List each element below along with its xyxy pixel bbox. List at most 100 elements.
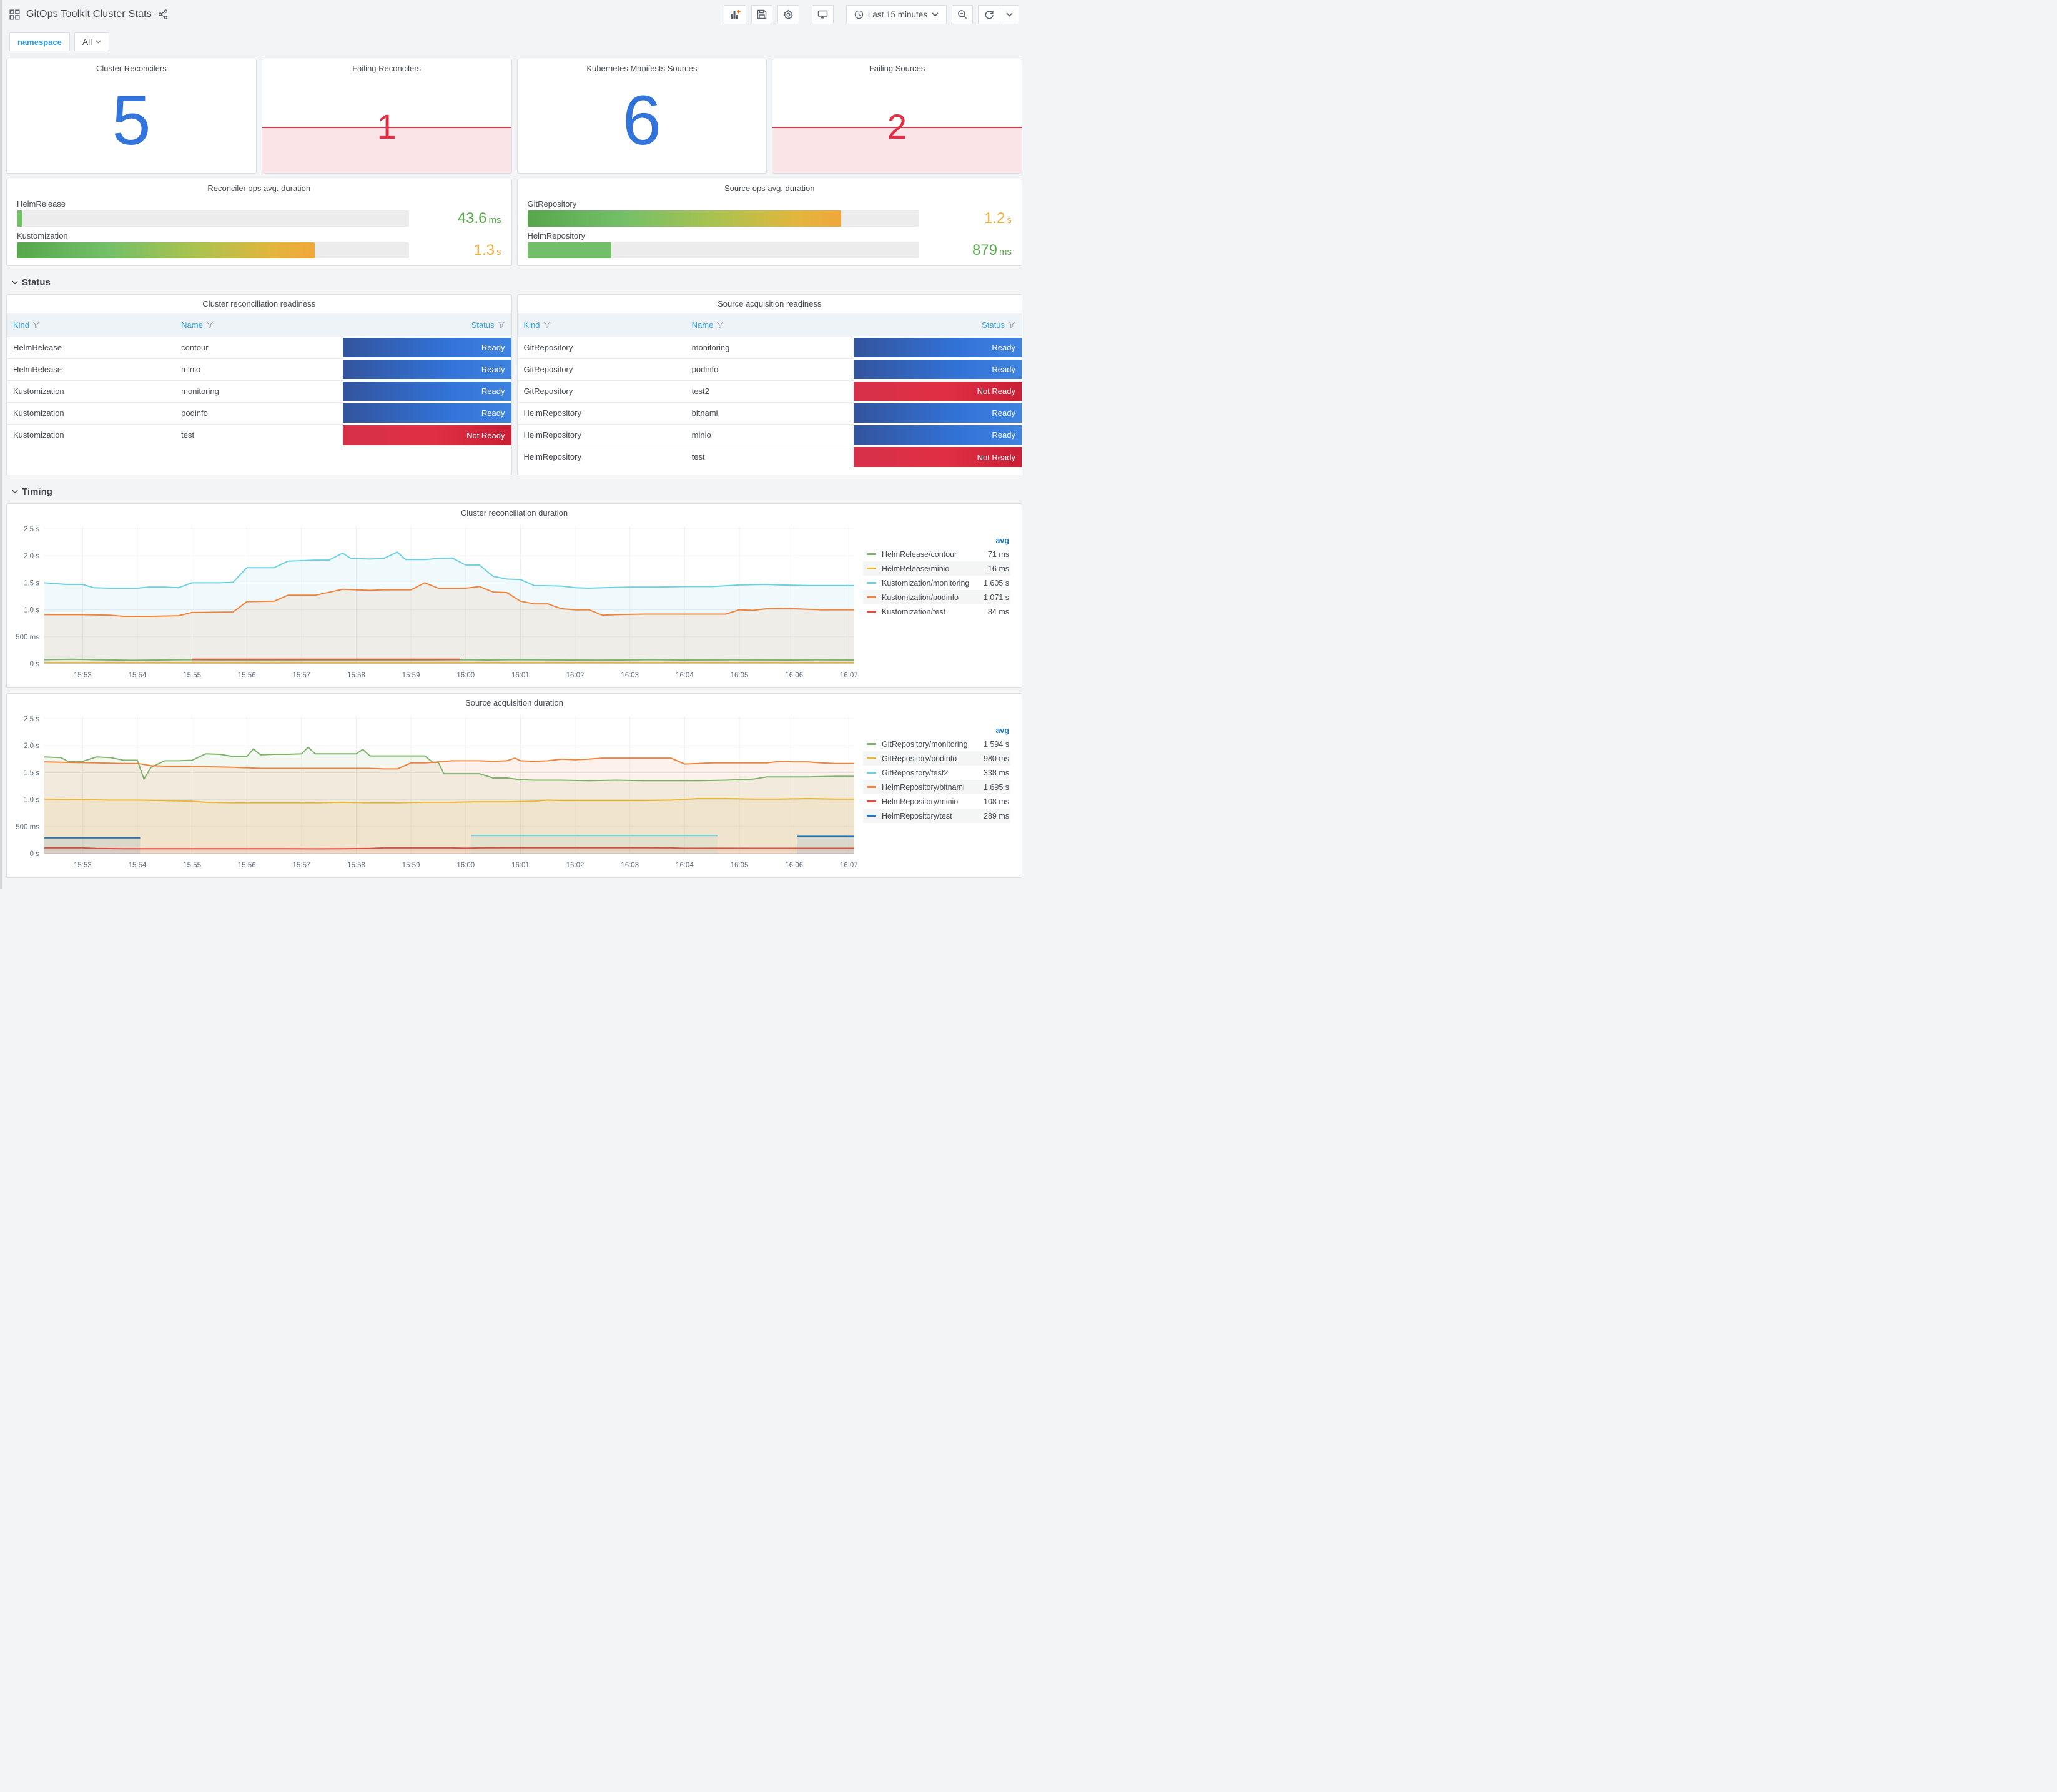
readiness-table: Kind Name Status HelmRelease contour Ready Hel…	[7, 313, 511, 446]
legend-series-avg: 980 ms	[984, 754, 1009, 763]
stats-row: Cluster Reconcilers 5 Failing Reconcilers 1…	[4, 59, 1024, 174]
status-badge: Ready	[343, 403, 511, 423]
legend-item[interactable]: HelmRepository/minio 108 ms	[863, 794, 1010, 809]
legend-series-name: HelmRepository/test	[882, 811, 952, 820]
namespace-selected-value: All	[82, 37, 92, 47]
table-row: HelmRepository minio Ready	[517, 423, 1022, 446]
legend-item[interactable]: GitRepository/podinfo 980 ms	[863, 751, 1010, 766]
legend-item[interactable]: HelmRepository/bitnami 1.695 s	[863, 780, 1010, 794]
svg-text:15:55: 15:55	[183, 862, 201, 869]
stat-panel: Failing Sources 2	[772, 59, 1022, 174]
status-badge: Ready	[343, 360, 511, 379]
chevron-down-icon	[96, 40, 102, 44]
svg-text:15:53: 15:53	[74, 672, 92, 679]
cell-kind: Kustomization	[7, 380, 175, 402]
tables-row: Cluster reconciliation readiness Kind Name…	[4, 294, 1024, 475]
refresh-interval-dropdown[interactable]	[1000, 5, 1019, 24]
legend-item[interactable]: Kustomization/test 84 ms	[863, 604, 1010, 619]
legend-item[interactable]: HelmRelease/minio 16 ms	[863, 561, 1010, 576]
legend-item[interactable]: HelmRepository/test 289 ms	[863, 809, 1010, 823]
gauge-value-number: 1.2	[984, 210, 1005, 227]
gauge-bar-row: Kustomization 1.3 s	[17, 231, 501, 259]
svg-text:1.5 s: 1.5 s	[24, 769, 39, 777]
table-row: GitRepository monitoring Ready	[517, 336, 1022, 358]
table-row: GitRepository test2 Not Ready	[517, 380, 1022, 402]
column-header-status[interactable]: Status	[853, 313, 1022, 337]
timeseries-plot[interactable]: 15:53 15:54 15:55 15:56 15:57 15:58 15:59 16:00…	[12, 520, 859, 681]
cell-kind: HelmRepository	[517, 423, 686, 446]
cell-name: minio	[685, 423, 854, 446]
share-icon[interactable]	[158, 9, 168, 19]
column-header-status[interactable]: Status	[343, 313, 511, 337]
variables-submenu: namespace All	[4, 29, 1024, 59]
table-row: HelmRepository test Not Ready	[517, 445, 1022, 468]
svg-text:0 s: 0 s	[30, 661, 40, 668]
gauge-bar-fill	[527, 210, 841, 227]
dashboard-settings-button[interactable]	[777, 4, 799, 24]
legend-series-name: Kustomization/test	[882, 607, 946, 616]
legend-item[interactable]: GitRepository/test2 338 ms	[863, 766, 1010, 780]
column-header-kind[interactable]: Kind	[517, 313, 686, 337]
svg-text:16:07: 16:07	[840, 862, 858, 869]
dashboard-page: GitOps Toolkit Cluster Stats Last 15 min…	[0, 0, 1028, 889]
dashboard-header: GitOps Toolkit Cluster Stats Last 15 min…	[4, 0, 1024, 29]
legend-item[interactable]: Kustomization/monitoring 1.605 s	[863, 576, 1010, 590]
svg-text:16:04: 16:04	[676, 672, 694, 679]
cell-name: podinfo	[175, 401, 343, 424]
gauge-value-number: 43.6	[457, 210, 487, 227]
svg-text:2.5 s: 2.5 s	[24, 526, 39, 533]
svg-text:15:56: 15:56	[238, 672, 256, 679]
cell-kind: Kustomization	[7, 401, 175, 424]
time-range-picker[interactable]: Last 15 minutes	[846, 4, 947, 24]
gauge-bar-track	[17, 210, 409, 227]
namespace-value-dropdown[interactable]: All	[74, 32, 110, 51]
column-header-kind[interactable]: Kind	[7, 313, 175, 337]
cell-status: Not Ready	[343, 423, 511, 446]
stat-value: 1	[377, 107, 397, 147]
legend-item[interactable]: GitRepository/monitoring 1.594 s	[863, 737, 1010, 751]
timeseries-plot[interactable]: 15:53 15:54 15:55 15:56 15:57 15:58 15:59 16:00…	[12, 710, 859, 871]
legend-series-swatch-icon	[867, 743, 876, 745]
svg-text:2.0 s: 2.0 s	[24, 553, 39, 560]
stat-panel-title: Cluster Reconcilers	[96, 64, 167, 73]
svg-text:16:03: 16:03	[621, 862, 639, 869]
status-badge: Ready	[343, 338, 511, 357]
section-status[interactable]: Status	[4, 271, 1024, 294]
dashboard-grid-icon[interactable]	[9, 9, 20, 20]
column-header-name[interactable]: Name	[175, 313, 343, 337]
cell-kind: Kustomization	[7, 423, 175, 446]
legend-series-name: HelmRepository/minio	[882, 797, 959, 806]
cell-name: contour	[175, 336, 343, 358]
cycle-view-mode-button[interactable]	[811, 4, 834, 24]
cell-kind: GitRepository	[517, 336, 686, 358]
zoom-out-time-button[interactable]	[952, 4, 973, 24]
stat-panel-title: Failing Sources	[869, 64, 925, 73]
cell-status: Ready	[853, 358, 1022, 380]
svg-text:15:54: 15:54	[129, 862, 147, 869]
add-panel-button[interactable]	[723, 4, 746, 24]
legend-series-avg: 1.071 s	[983, 593, 1009, 602]
table-row: HelmRepository bitnami Ready	[517, 401, 1022, 424]
table-row: Kustomization monitoring Ready	[7, 380, 511, 402]
cell-kind: HelmRelease	[7, 358, 175, 380]
gauge-bar-value: 1.2 s	[930, 210, 1012, 227]
section-timing[interactable]: Timing	[4, 480, 1024, 503]
column-header-name[interactable]: Name	[685, 313, 854, 337]
svg-text:15:53: 15:53	[74, 862, 92, 869]
legend-series-avg: 1.605 s	[983, 578, 1009, 588]
cell-name: test	[685, 445, 854, 468]
refresh-button[interactable]	[979, 6, 1000, 24]
variable-label-namespace[interactable]: namespace	[9, 32, 70, 51]
svg-text:2.0 s: 2.0 s	[24, 742, 39, 750]
svg-text:15:58: 15:58	[347, 862, 365, 869]
column-header-label: Name	[691, 320, 714, 330]
legend-series-avg: 1.695 s	[983, 782, 1009, 792]
save-dashboard-button[interactable]	[751, 4, 772, 24]
svg-text:500 ms: 500 ms	[16, 634, 39, 641]
table-row: HelmRelease minio Ready	[7, 358, 511, 380]
legend-item[interactable]: HelmRelease/contour 71 ms	[863, 547, 1010, 561]
legend-item[interactable]: Kustomization/podinfo 1.071 s	[863, 590, 1010, 604]
gauge-value-number: 879	[972, 242, 997, 258]
cell-status: Ready	[343, 380, 511, 402]
svg-text:16:06: 16:06	[785, 672, 803, 679]
